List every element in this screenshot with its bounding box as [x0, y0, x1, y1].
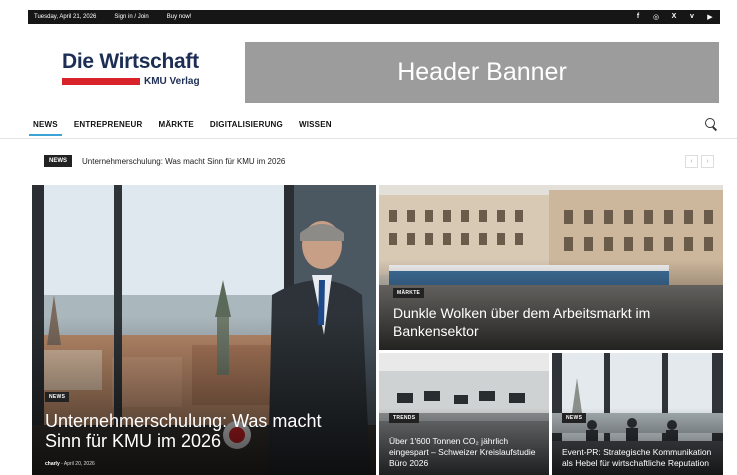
article-title[interactable]: Unternehmerschulung: Was macht Sinn für …	[45, 411, 345, 451]
nav-item-entrepreneur[interactable]: ENTREPRENEUR	[74, 114, 143, 135]
logo-subline: KMU Verlag	[62, 76, 222, 87]
buy-now-link[interactable]: Buy now!	[167, 14, 192, 20]
search-icon[interactable]	[703, 116, 719, 132]
article-title[interactable]: Über 1'600 Tonnen CO₂ jährlich eingespar…	[389, 436, 547, 469]
nav-divider	[0, 138, 737, 139]
article-author[interactable]: charly	[45, 461, 60, 467]
article-date: April 20, 2026	[63, 461, 95, 467]
current-date: Tuesday, April 21, 2026	[34, 14, 97, 20]
banner-text: Header Banner	[397, 58, 567, 86]
nav-item-wissen[interactable]: WISSEN	[299, 114, 332, 135]
header-banner[interactable]: Header Banner	[245, 42, 719, 103]
sign-in-link[interactable]: Sign in / Join	[114, 14, 148, 20]
facebook-icon[interactable]: f	[634, 13, 642, 21]
category-badge[interactable]: NEWS	[562, 413, 587, 423]
category-badge[interactable]: TRENDS	[389, 413, 420, 423]
x-twitter-icon[interactable]: X	[670, 13, 678, 21]
social-links: f ◎ X v ▶	[634, 13, 714, 21]
site-logo[interactable]: Die Wirtschaft KMU Verlag	[62, 50, 222, 94]
top-bar: Tuesday, April 21, 2026 Sign in / Join B…	[28, 10, 720, 24]
vimeo-icon[interactable]: v	[688, 13, 696, 21]
ticker-prev-button[interactable]: ‹	[685, 154, 698, 168]
youtube-icon[interactable]: ▶	[706, 13, 714, 21]
nav-item-digitalisierung[interactable]: DIGITALISIERUNG	[210, 114, 283, 135]
featured-article-co2[interactable]: TRENDS Über 1'600 Tonnen CO₂ jährlich ei…	[379, 353, 549, 475]
news-ticker: NEWS Unternehmerschulung: Was macht Sinn…	[44, 153, 714, 169]
ticker-tag: NEWS	[44, 155, 72, 167]
main-nav: NEWS ENTREPRENEUR MÄRKTE DIGITALISIERUNG…	[29, 112, 723, 136]
ticker-headline[interactable]: Unternehmerschulung: Was macht Sinn für …	[82, 157, 285, 166]
featured-article-banking[interactable]: MÄRKTE Dunkle Wolken über dem Arbeitsmar…	[379, 185, 723, 350]
category-badge[interactable]: NEWS	[45, 392, 70, 402]
nav-item-news[interactable]: NEWS	[29, 114, 62, 136]
featured-article-event-pr[interactable]: NEWS Event-PR: Strategische Kommunikatio…	[552, 353, 723, 475]
logo-subtitle: KMU Verlag	[144, 76, 200, 87]
category-badge[interactable]: MÄRKTE	[393, 288, 425, 298]
article-meta: charly - April 20, 2026	[45, 461, 95, 467]
nav-item-maerkte[interactable]: MÄRKTE	[158, 114, 193, 135]
logo-red-bar	[62, 78, 140, 85]
article-title[interactable]: Dunkle Wolken über dem Arbeitsmarkt im B…	[393, 304, 683, 340]
featured-article-main[interactable]: NEWS Unternehmerschulung: Was macht Sinn…	[32, 185, 376, 475]
ticker-next-button[interactable]: ›	[701, 154, 714, 168]
image-gradient	[32, 315, 376, 475]
instagram-icon[interactable]: ◎	[652, 13, 660, 21]
logo-title: Die Wirtschaft	[62, 50, 199, 73]
ticker-arrows: ‹ ›	[685, 154, 714, 168]
article-title[interactable]: Event-PR: Strategische Kommunikation als…	[562, 447, 720, 469]
